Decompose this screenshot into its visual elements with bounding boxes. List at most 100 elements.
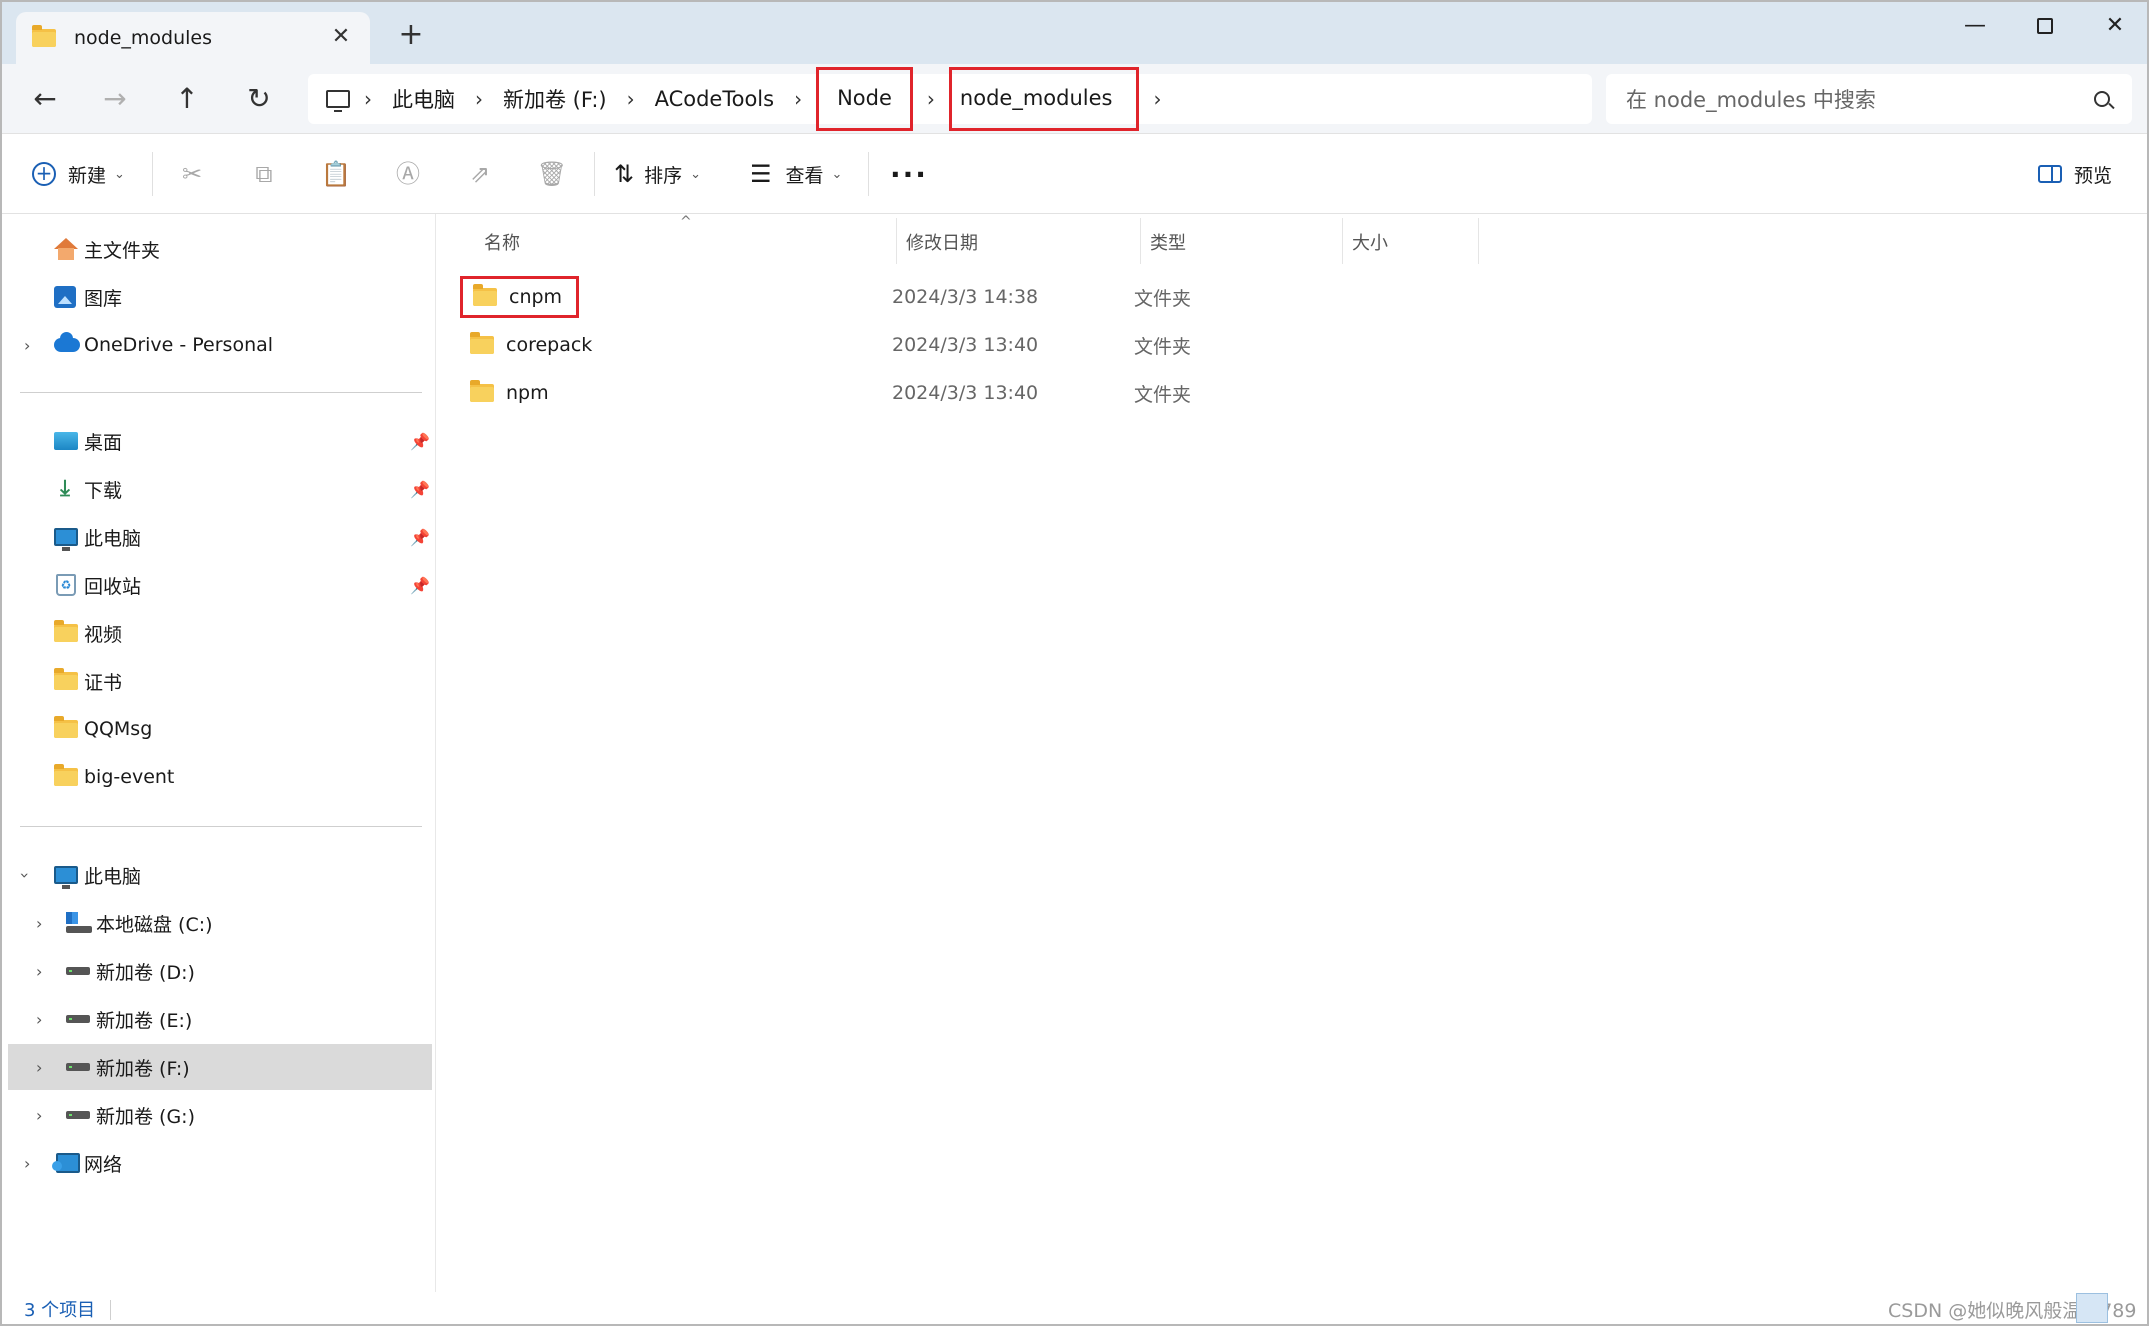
folder-icon [54, 764, 78, 786]
refresh-button[interactable]: ↻ [238, 78, 280, 120]
chevron-down-icon[interactable]: › [16, 872, 35, 878]
sidebar-item-network[interactable]: › 网络 [2, 1140, 434, 1186]
chevron-right-icon[interactable]: › [627, 87, 635, 111]
maximize-button[interactable] [2010, 8, 2080, 44]
command-bar: + 新建 ⌄ ✂ ⧉ 📋 Ⓐ ⇗ 🗑 ⇅ 排序 ⌄ ☰ 查看 ⌄ ··· 预览 [2, 134, 2147, 214]
new-tab-button[interactable]: + [394, 18, 428, 52]
up-button[interactable]: ↑ [166, 78, 208, 120]
tab-node-modules[interactable]: node_modules ✕ [16, 12, 370, 64]
chevron-right-icon[interactable]: › [364, 87, 372, 111]
minimize-button[interactable]: — [1940, 8, 2010, 44]
sidebar-item-videos[interactable]: 视频 [2, 610, 434, 656]
sidebar-item-label: 新加卷 (E:) [96, 1009, 193, 1032]
pin-icon[interactable]: 📌 [410, 576, 430, 595]
chevron-right-icon[interactable]: › [24, 1154, 30, 1173]
copy-icon[interactable]: ⧉ [248, 158, 280, 190]
search-box[interactable]: 在 node_modules 中搜索 [1606, 74, 2132, 124]
chevron-right-icon[interactable]: › [36, 914, 42, 933]
sidebar-item-big-event[interactable]: big-event [2, 754, 434, 800]
sidebar-item-gallery[interactable]: 图库 [2, 274, 434, 320]
sidebar-item-recycle-bin[interactable]: ♻ 回收站 📌 [2, 562, 434, 608]
sidebar-item-onedrive[interactable]: › OneDrive - Personal [2, 322, 434, 368]
file-name-cell[interactable]: npm [460, 372, 563, 414]
details-view-button[interactable] [2076, 1293, 2108, 1323]
drive-icon [66, 967, 90, 975]
new-button[interactable]: + 新建 ⌄ [32, 154, 125, 194]
view-button[interactable]: ☰ 查看 ⌄ [750, 154, 842, 194]
sort-button[interactable]: ⇅ 排序 ⌄ [614, 154, 701, 194]
sidebar-item-home[interactable]: 主文件夹 [2, 226, 434, 272]
chevron-right-icon[interactable]: › [36, 1010, 42, 1029]
rename-icon[interactable]: Ⓐ [392, 158, 424, 190]
view-label: 查看 [785, 164, 824, 187]
chevron-right-icon[interactable]: › [475, 87, 483, 111]
status-divider [110, 1300, 111, 1320]
recycle-bin-icon: ♻ [56, 574, 76, 596]
column-header-modified[interactable]: 修改日期 [906, 224, 978, 264]
folder-icon [32, 25, 56, 47]
table-row[interactable]: npm 2024/3/3 13:40 文件夹 [450, 370, 1500, 416]
folder-icon [54, 620, 78, 642]
breadcrumb-drive-f[interactable]: 新加卷 (F:) [497, 80, 613, 118]
more-options-button[interactable]: ··· [890, 154, 928, 194]
chevron-right-icon[interactable]: › [36, 1058, 42, 1077]
preview-button[interactable]: 预览 [2038, 154, 2112, 194]
address-bar[interactable]: › 此电脑 › 新加卷 (F:) › ACodeTools › Node › n… [308, 67, 1592, 131]
sidebar-item-qqmsg[interactable]: QQMsg [2, 706, 434, 752]
sidebar-item-downloads[interactable]: ⤓ 下载 📌 [2, 466, 434, 512]
chevron-right-icon[interactable]: › [794, 87, 802, 111]
delete-icon[interactable]: 🗑 [536, 158, 568, 190]
sidebar-item-drive-c[interactable]: › 本地磁盘 (C:) [2, 900, 434, 946]
column-header-name[interactable]: 名称 [484, 224, 520, 264]
pc-icon [54, 528, 78, 551]
tab-close-button[interactable]: ✕ [326, 22, 356, 52]
column-divider[interactable] [1478, 218, 1479, 264]
gallery-icon [54, 286, 76, 308]
chevron-right-icon[interactable]: › [927, 87, 935, 111]
file-type: 文件夹 [1134, 383, 1192, 406]
column-divider[interactable] [896, 218, 897, 264]
breadcrumb-acodetools[interactable]: ACodeTools [649, 83, 781, 115]
column-header-type[interactable]: 类型 [1150, 224, 1186, 264]
close-window-button[interactable]: ✕ [2080, 8, 2147, 44]
column-divider[interactable] [1342, 218, 1343, 264]
file-name-cell[interactable]: cnpm [460, 276, 580, 318]
share-icon[interactable]: ⇗ [464, 158, 496, 190]
paste-icon[interactable]: 📋 [320, 158, 352, 190]
sidebar-item-drive-f[interactable]: › 新加卷 (F:) [8, 1044, 432, 1090]
sidebar-item-label: 新加卷 (F:) [96, 1057, 190, 1080]
pin-icon[interactable]: 📌 [410, 432, 430, 451]
file-type: 文件夹 [1134, 335, 1192, 358]
toolbar-divider [594, 152, 595, 196]
pin-icon[interactable]: 📌 [410, 528, 430, 547]
table-row[interactable]: corepack 2024/3/3 13:40 文件夹 [450, 322, 1500, 368]
chevron-right-icon[interactable]: › [24, 336, 30, 355]
sidebar-item-certificates[interactable]: 证书 [2, 658, 434, 704]
breadcrumb-this-pc[interactable]: 此电脑 [386, 80, 461, 118]
file-name-cell[interactable]: corepack [460, 324, 606, 366]
drive-icon [66, 1111, 90, 1119]
sidebar-item-label: 视频 [84, 623, 123, 646]
forward-button[interactable]: → [94, 78, 136, 120]
sidebar-item-this-pc-pinned[interactable]: 此电脑 📌 [2, 514, 434, 560]
back-button[interactable]: ← [24, 78, 66, 120]
sidebar-item-label: 下载 [84, 479, 123, 502]
tiles-view-button[interactable] [2112, 1293, 2142, 1323]
breadcrumb-node-modules[interactable]: node_modules [948, 67, 1140, 131]
chevron-right-icon[interactable]: › [36, 1106, 42, 1125]
cut-icon[interactable]: ✂ [176, 158, 208, 190]
breadcrumb-node[interactable]: Node [816, 67, 913, 131]
column-header-size[interactable]: 大小 [1352, 224, 1388, 264]
sidebar-item-drive-g[interactable]: › 新加卷 (G:) [2, 1092, 434, 1138]
sidebar-item-drive-d[interactable]: › 新加卷 (D:) [2, 948, 434, 994]
sidebar-item-label: 桌面 [84, 431, 123, 454]
chevron-right-icon[interactable]: › [1153, 87, 1161, 111]
chevron-right-icon[interactable]: › [36, 962, 42, 981]
column-divider[interactable] [1140, 218, 1141, 264]
table-row[interactable]: cnpm 2024/3/3 14:38 文件夹 [450, 274, 1500, 320]
sidebar-item-this-pc[interactable]: › 此电脑 [2, 852, 434, 898]
sidebar-item-desktop[interactable]: 桌面 📌 [2, 418, 434, 464]
search-input[interactable]: 在 node_modules 中搜索 [1626, 84, 2094, 114]
sidebar-item-drive-e[interactable]: › 新加卷 (E:) [2, 996, 434, 1042]
pin-icon[interactable]: 📌 [410, 480, 430, 499]
